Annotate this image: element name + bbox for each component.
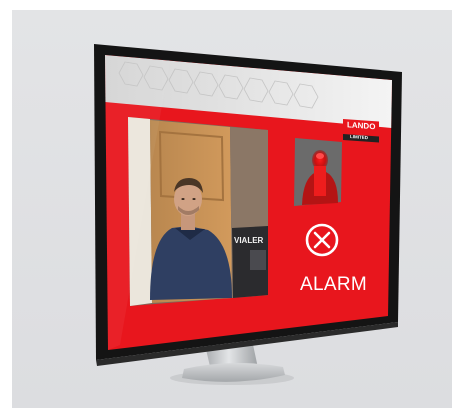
- product-photo: LANDO LIMITED VIALER ALARM: [0, 0, 463, 415]
- monitor-scene: LANDO LIMITED VIALER ALARM: [94, 44, 402, 385]
- alarm-status-label: ALARM: [300, 274, 367, 295]
- background-sign: VIALER: [234, 236, 264, 245]
- machine-screen: [250, 250, 266, 270]
